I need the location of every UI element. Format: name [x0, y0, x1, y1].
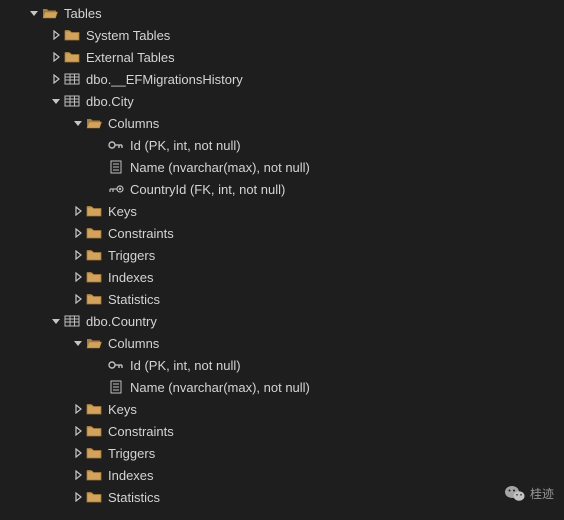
- tree-item-label: Triggers: [108, 446, 155, 461]
- tree-item-label: Statistics: [108, 490, 160, 505]
- folder-icon: [86, 247, 102, 263]
- chevron-right-icon[interactable]: [70, 225, 86, 241]
- folder-icon: [64, 27, 80, 43]
- tree-item-label: Columns: [108, 116, 159, 131]
- table-icon: [64, 313, 80, 329]
- tree-item-dbo-country[interactable]: dbo.Country: [0, 310, 564, 332]
- folder-icon: [86, 423, 102, 439]
- object-explorer-tree: Tables System Tables External Tables dbo.__…: [0, 0, 564, 508]
- key-icon: [108, 357, 124, 373]
- tree-item-label: Name (nvarchar(max), not null): [130, 380, 310, 395]
- folder-icon: [86, 467, 102, 483]
- folder-icon: [86, 269, 102, 285]
- folder-icon: [86, 445, 102, 461]
- folder-open-icon: [42, 5, 58, 21]
- folder-icon: [86, 225, 102, 241]
- chevron-down-icon[interactable]: [48, 93, 64, 109]
- tree-item-label: dbo.__EFMigrationsHistory: [86, 72, 243, 87]
- watermark: 桂迹: [504, 484, 554, 502]
- tree-item-constraints[interactable]: Constraints: [0, 222, 564, 244]
- tree-item-label: Indexes: [108, 468, 154, 483]
- watermark-label: 桂迹: [530, 485, 554, 502]
- tree-item-indexes[interactable]: Indexes: [0, 464, 564, 486]
- tree-item-label: Statistics: [108, 292, 160, 307]
- chevron-down-icon[interactable]: [70, 115, 86, 131]
- tree-item-keys[interactable]: Keys: [0, 398, 564, 420]
- tree-item-label: CountryId (FK, int, not null): [130, 182, 285, 197]
- tree-item-label: Tables: [64, 6, 102, 21]
- tree-item-label: dbo.City: [86, 94, 134, 109]
- chevron-right-icon[interactable]: [70, 467, 86, 483]
- chevron-right-icon[interactable]: [70, 489, 86, 505]
- column-icon: [108, 159, 124, 175]
- chevron-right-icon[interactable]: [70, 401, 86, 417]
- tree-item-columns[interactable]: Columns: [0, 332, 564, 354]
- chevron-right-icon[interactable]: [70, 423, 86, 439]
- tree-item-label: Triggers: [108, 248, 155, 263]
- chevron-right-icon[interactable]: [70, 203, 86, 219]
- table-icon: [64, 93, 80, 109]
- folder-open-icon: [86, 115, 102, 131]
- folder-open-icon: [86, 335, 102, 351]
- tree-item-label: Id (PK, int, not null): [130, 358, 241, 373]
- folder-icon: [86, 401, 102, 417]
- tree-item-indexes[interactable]: Indexes: [0, 266, 564, 288]
- tree-item-triggers[interactable]: Triggers: [0, 442, 564, 464]
- tree-item-id-pk-int-not-null[interactable]: Id (PK, int, not null): [0, 354, 564, 376]
- tree-item-countryid-fk-int-not-null[interactable]: CountryId (FK, int, not null): [0, 178, 564, 200]
- tree-item-name-nvarchar-max-not-null[interactable]: Name (nvarchar(max), not null): [0, 156, 564, 178]
- tree-item-system-tables[interactable]: System Tables: [0, 24, 564, 46]
- tree-item-columns[interactable]: Columns: [0, 112, 564, 134]
- folder-icon: [86, 203, 102, 219]
- chevron-down-icon[interactable]: [48, 313, 64, 329]
- tree-item-label: Constraints: [108, 226, 174, 241]
- chevron-down-icon[interactable]: [26, 5, 42, 21]
- chevron-right-icon[interactable]: [48, 49, 64, 65]
- chevron-right-icon[interactable]: [70, 445, 86, 461]
- folder-icon: [86, 291, 102, 307]
- tree-item-tables[interactable]: Tables: [0, 2, 564, 24]
- tree-item-label: External Tables: [86, 50, 175, 65]
- tree-item-statistics[interactable]: Statistics: [0, 288, 564, 310]
- tree-item-label: Name (nvarchar(max), not null): [130, 160, 310, 175]
- tree-item-id-pk-int-not-null[interactable]: Id (PK, int, not null): [0, 134, 564, 156]
- tree-item-label: Constraints: [108, 424, 174, 439]
- tree-item-label: Columns: [108, 336, 159, 351]
- tree-item-label: System Tables: [86, 28, 170, 43]
- chevron-right-icon[interactable]: [48, 71, 64, 87]
- tree-item-statistics[interactable]: Statistics: [0, 486, 564, 508]
- tree-item-keys[interactable]: Keys: [0, 200, 564, 222]
- fk-icon: [108, 181, 124, 197]
- tree-item-constraints[interactable]: Constraints: [0, 420, 564, 442]
- tree-item-label: Keys: [108, 402, 137, 417]
- table-icon: [64, 71, 80, 87]
- tree-item-label: dbo.Country: [86, 314, 157, 329]
- key-icon: [108, 137, 124, 153]
- chevron-right-icon[interactable]: [70, 269, 86, 285]
- column-icon: [108, 379, 124, 395]
- folder-icon: [64, 49, 80, 65]
- tree-item-dbo-efmigrationshistory[interactable]: dbo.__EFMigrationsHistory: [0, 68, 564, 90]
- chevron-right-icon[interactable]: [70, 291, 86, 307]
- wechat-icon: [504, 484, 526, 502]
- tree-item-triggers[interactable]: Triggers: [0, 244, 564, 266]
- tree-item-name-nvarchar-max-not-null[interactable]: Name (nvarchar(max), not null): [0, 376, 564, 398]
- chevron-down-icon[interactable]: [70, 335, 86, 351]
- chevron-right-icon[interactable]: [70, 247, 86, 263]
- tree-item-label: Keys: [108, 204, 137, 219]
- folder-icon: [86, 489, 102, 505]
- tree-item-external-tables[interactable]: External Tables: [0, 46, 564, 68]
- chevron-right-icon[interactable]: [48, 27, 64, 43]
- tree-item-label: Indexes: [108, 270, 154, 285]
- tree-item-dbo-city[interactable]: dbo.City: [0, 90, 564, 112]
- tree-item-label: Id (PK, int, not null): [130, 138, 241, 153]
